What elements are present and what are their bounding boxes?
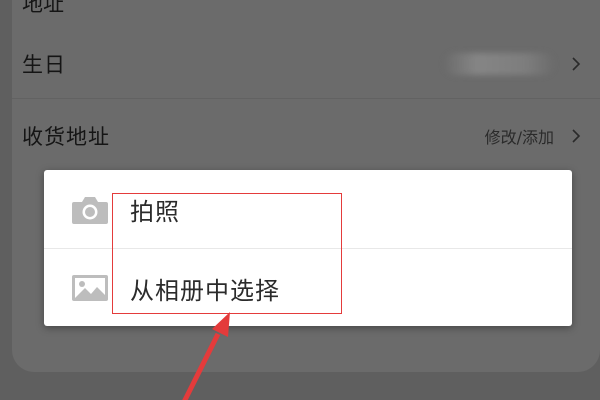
- annotation-arrow-icon: [182, 312, 230, 400]
